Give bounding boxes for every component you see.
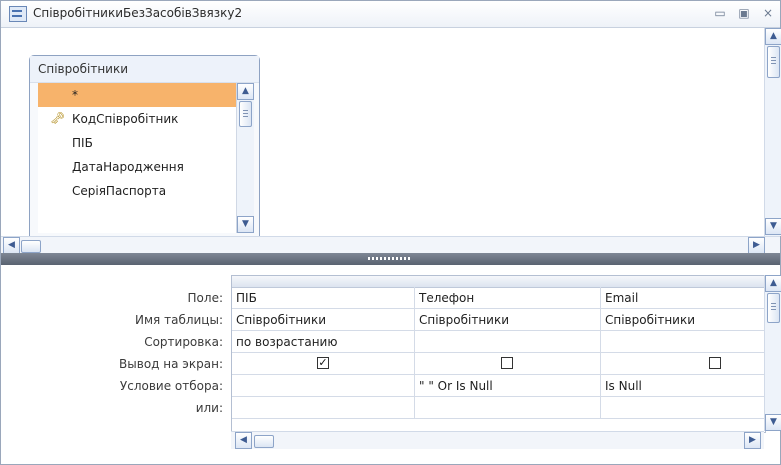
grid-cell-criteria[interactable] bbox=[232, 375, 415, 397]
scroll-right-icon[interactable]: ▶ bbox=[744, 432, 761, 449]
grip-line bbox=[243, 113, 248, 114]
window-title: СпівробітникиБезЗасобівЗвязку2 bbox=[33, 6, 243, 20]
design-area-vertical-scrollbar[interactable]: ▲ ▼ bbox=[764, 28, 781, 236]
grid-cell-table[interactable]: Співробітники bbox=[232, 309, 415, 331]
grid-cell-sort[interactable] bbox=[415, 331, 601, 353]
table-title[interactable]: Співробітники bbox=[30, 56, 259, 83]
field-label: СеріяПаспорта bbox=[72, 184, 167, 198]
grid-cell-criteria[interactable]: Is Null bbox=[601, 375, 765, 397]
row-label-or: или: bbox=[195, 401, 223, 415]
grid-cell-criteria[interactable]: " " Or Is Null bbox=[415, 375, 601, 397]
field-list-vertical-scrollbar[interactable]: ▲ ▼ bbox=[236, 83, 254, 233]
grid-cell-or[interactable] bbox=[232, 397, 415, 419]
field-list-scroll-thumb[interactable] bbox=[239, 101, 252, 127]
scroll-down-icon[interactable]: ▼ bbox=[765, 414, 781, 431]
query-grid-horizontal-thumb[interactable] bbox=[254, 435, 274, 448]
scroll-left-icon[interactable]: ◀ bbox=[3, 237, 20, 254]
key-icon: 🗝 bbox=[50, 111, 66, 125]
field-item-all[interactable]: * bbox=[38, 83, 236, 107]
scroll-left-icon[interactable]: ◀ bbox=[235, 432, 252, 449]
design-area-horizontal-scrollbar[interactable]: ◀ ▶ bbox=[1, 236, 780, 254]
query-row-labels: Поле: Имя таблицы: Сортировка: Вывод на … bbox=[1, 277, 230, 415]
field-item-name[interactable]: ПІБ bbox=[38, 131, 236, 155]
grid-cell-show: ✓ bbox=[232, 353, 415, 375]
grip-line bbox=[771, 57, 776, 58]
query-grid-area: Поле: Имя таблицы: Сортировка: Вывод на … bbox=[1, 265, 781, 464]
grid-cell-field[interactable]: ПІБ bbox=[232, 287, 415, 309]
query-grid-vertical-thumb[interactable] bbox=[767, 293, 780, 323]
scroll-up-icon[interactable]: ▲ bbox=[237, 83, 254, 100]
table-field-list[interactable]: Співробітники * 🗝 КодСпівробітник ПІБ Да… bbox=[29, 55, 260, 246]
scroll-up-icon[interactable]: ▲ bbox=[765, 28, 781, 45]
grid-cell-show bbox=[415, 353, 601, 375]
grid-cell-or[interactable] bbox=[415, 397, 601, 419]
grid-cell-show bbox=[601, 353, 765, 375]
pane-splitter[interactable] bbox=[1, 253, 780, 265]
query-icon bbox=[9, 6, 27, 22]
row-label-criteria: Условие отбора: bbox=[119, 379, 223, 393]
grip-line bbox=[243, 110, 248, 111]
grip-line bbox=[771, 63, 776, 64]
field-label: КодСпівробітник bbox=[72, 112, 179, 126]
show-checkbox[interactable] bbox=[709, 357, 721, 369]
grip-line bbox=[771, 303, 776, 304]
minimize-button[interactable]: ▭ bbox=[711, 5, 729, 21]
splitter-grip bbox=[368, 257, 412, 260]
grid-cell-sort[interactable]: по возрастанию bbox=[232, 331, 415, 353]
grid-cell-or[interactable] bbox=[601, 397, 765, 419]
field-list[interactable]: * 🗝 КодСпівробітник ПІБ ДатаНародження С… bbox=[38, 83, 236, 233]
table-design-area[interactable]: Співробітники * 🗝 КодСпівробітник ПІБ Да… bbox=[1, 28, 764, 246]
field-label: ПІБ bbox=[72, 136, 93, 150]
field-item-id[interactable]: 🗝 КодСпівробітник bbox=[38, 107, 236, 131]
close-button[interactable]: × bbox=[759, 5, 777, 21]
show-checkbox-checked[interactable]: ✓ bbox=[317, 357, 329, 369]
design-area-horizontal-thumb[interactable] bbox=[21, 240, 41, 253]
grip-line bbox=[243, 116, 248, 117]
grid-cell-field[interactable]: Телефон bbox=[415, 287, 601, 309]
row-label-field: Поле: bbox=[187, 291, 223, 305]
row-label-table: Имя таблицы: bbox=[135, 313, 223, 327]
query-grid-vertical-scrollbar[interactable]: ▲ ▼ bbox=[764, 275, 781, 431]
grid-cell-field[interactable]: Email bbox=[601, 287, 765, 309]
restore-button[interactable]: ▣ bbox=[735, 5, 753, 21]
scroll-right-icon[interactable]: ▶ bbox=[748, 237, 765, 254]
query-grid-horizontal-scrollbar[interactable]: ◀ ▶ bbox=[231, 431, 764, 449]
row-label-show: Вывод на экран: bbox=[119, 357, 223, 371]
scroll-down-icon[interactable]: ▼ bbox=[765, 218, 781, 235]
scroll-down-icon[interactable]: ▼ bbox=[237, 216, 254, 233]
query-designer-window: СпівробітникиБезЗасобівЗвязку2 ▭ ▣ × Спі… bbox=[0, 0, 781, 465]
grip-line bbox=[771, 60, 776, 61]
field-label: * bbox=[72, 88, 78, 102]
grid-cell-table[interactable]: Співробітники bbox=[415, 309, 601, 331]
field-item-birthdate[interactable]: ДатаНародження bbox=[38, 155, 236, 179]
design-area-scroll-thumb[interactable] bbox=[767, 46, 780, 78]
grip-line bbox=[771, 309, 776, 310]
query-grid[interactable]: ПІБ Телефон Email Співробітники Співробі… bbox=[231, 275, 766, 433]
field-label: ДатаНародження bbox=[72, 160, 184, 174]
grid-cell-table[interactable]: Співробітники bbox=[601, 309, 765, 331]
scroll-up-icon[interactable]: ▲ bbox=[765, 275, 781, 292]
field-item-passport-series[interactable]: СеріяПаспорта bbox=[38, 179, 236, 203]
row-label-sort: Сортировка: bbox=[144, 335, 223, 349]
grip-line bbox=[771, 306, 776, 307]
show-checkbox[interactable] bbox=[501, 357, 513, 369]
grid-cell-sort[interactable] bbox=[601, 331, 765, 353]
title-bar: СпівробітникиБезЗасобівЗвязку2 ▭ ▣ × bbox=[1, 1, 780, 28]
